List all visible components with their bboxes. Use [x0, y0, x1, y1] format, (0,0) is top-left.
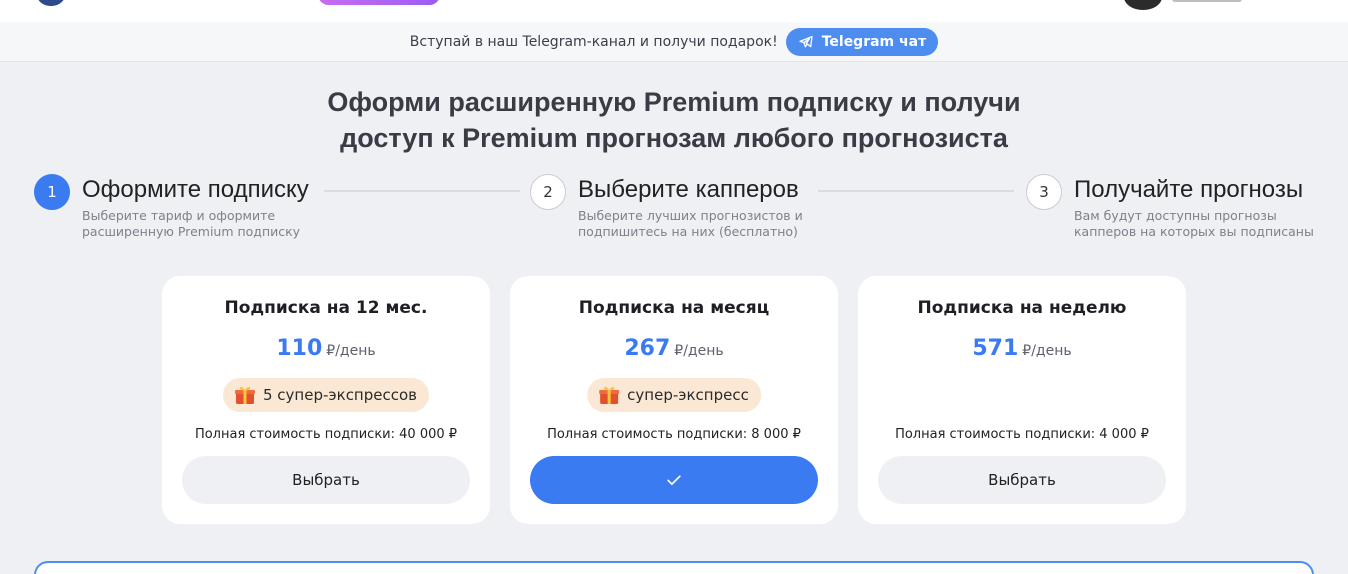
plan-card-month[interactable]: Подписка на месяц 267 ₽/день супер-экспре… — [510, 276, 838, 524]
site-header — [0, 0, 1348, 22]
steps-progress: 1 Оформите подписку Выберите тариф и офо… — [34, 173, 1314, 243]
gift-icon — [599, 386, 620, 404]
checkmark-icon — [667, 475, 681, 485]
price-value: 571 — [972, 336, 1019, 361]
select-plan-button[interactable]: Выбрать — [878, 456, 1166, 504]
telegram-chat-label: Telegram чат — [821, 33, 927, 50]
step-description: Выберите тариф и оформите расширенную Pr… — [82, 208, 301, 239]
gift-icon — [234, 386, 255, 404]
price-value: 267 — [624, 336, 671, 361]
user-balance[interactable] — [1172, 0, 1242, 2]
step-title: Получайте прогнозы — [1074, 176, 1304, 203]
plan-title: Подписка на месяц — [578, 298, 770, 318]
plan-price: 110 ₽/день — [162, 336, 490, 361]
plan-full-cost: Полная стоимость подписки: 8 000 ₽ — [547, 427, 801, 442]
plan-title: Подписка на 12 мес. — [224, 298, 428, 318]
step-description: Вам будут доступны прогнозы капперов на … — [1074, 208, 1314, 239]
plan-card-week[interactable]: Подписка на неделю 571 ₽/день Полная стои… — [858, 276, 1186, 524]
page-title-line2: доступ к Premium прогнозам любого прогно… — [340, 123, 1008, 153]
step-title: Оформите подписку — [82, 176, 309, 203]
selected-plan-button[interactable] — [530, 456, 818, 504]
step-number: 2 — [530, 174, 566, 210]
promo-button[interactable] — [318, 0, 440, 5]
page-title: Оформи расширенную Premium подписку и по… — [0, 84, 1348, 156]
telegram-icon — [799, 35, 813, 47]
page-title-line1: Оформи расширенную Premium подписку и по… — [327, 87, 1021, 117]
gift-badge: 5 супер-экспрессов — [222, 378, 430, 412]
step-connector — [818, 190, 1014, 192]
step-title: Выберите капперов — [578, 176, 799, 203]
plan-price: 571 ₽/день — [858, 336, 1186, 361]
step-description: Выберите лучших прогнозистов и подпишите… — [578, 208, 803, 239]
plan-card-12-months[interactable]: Подписка на 12 мес. 110 ₽/день 5 супер-эк… — [162, 276, 490, 524]
telegram-chat-button[interactable]: Telegram чат — [785, 27, 939, 56]
site-logo[interactable] — [36, 0, 66, 6]
step-connector — [324, 190, 520, 192]
banner-text: Вступай в наш Telegram-канал и получи по… — [409, 33, 778, 50]
plan-title: Подписка на неделю — [917, 298, 1127, 318]
gift-label: 5 супер-экспрессов — [262, 386, 418, 404]
price-value: 110 — [276, 336, 323, 361]
gift-label: супер-экспресс — [627, 386, 749, 404]
price-unit: ₽/день — [326, 343, 376, 359]
telegram-banner: Вступай в наш Telegram-канал и получи по… — [0, 22, 1348, 62]
step-number: 1 — [34, 174, 70, 210]
user-avatar[interactable] — [1124, 0, 1162, 10]
plan-price: 267 ₽/день — [510, 336, 838, 361]
plan-full-cost: Полная стоимость подписки: 40 000 ₽ — [194, 427, 458, 442]
select-plan-button[interactable]: Выбрать — [182, 456, 470, 504]
price-unit: ₽/день — [674, 343, 724, 359]
price-unit: ₽/день — [1022, 343, 1072, 359]
bottom-panel — [34, 561, 1314, 574]
plan-full-cost: Полная стоимость подписки: 4 000 ₽ — [895, 427, 1149, 442]
step-number: 3 — [1026, 174, 1062, 210]
gift-badge: супер-экспресс — [587, 378, 761, 412]
